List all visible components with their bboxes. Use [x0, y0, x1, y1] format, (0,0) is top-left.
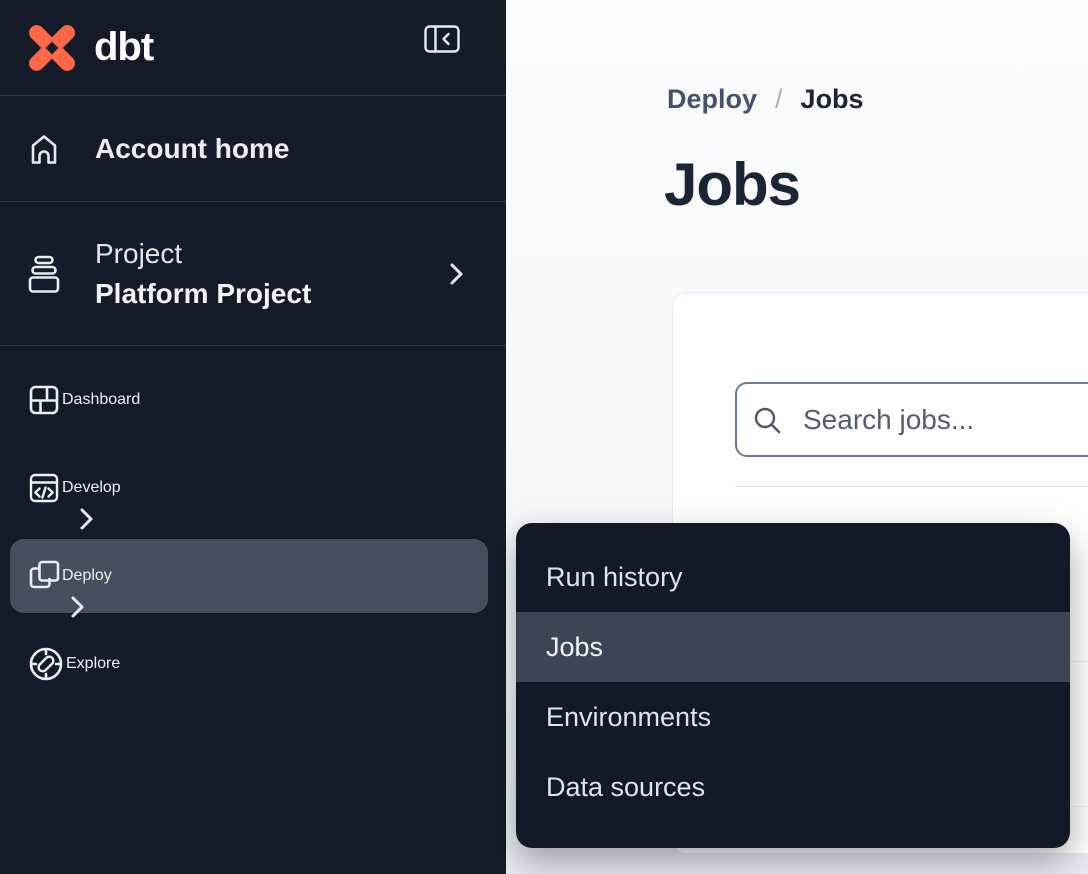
sidebar-item-deploy[interactable]: Deploy	[0, 532, 506, 620]
dbt-logo[interactable]: dbt	[0, 22, 153, 74]
sidebar-item-explore[interactable]: Explore	[0, 620, 506, 708]
sidebar-item-label: Account home	[95, 133, 289, 165]
flyout-item-jobs[interactable]: Jobs	[516, 612, 1070, 682]
sidebar-item-develop[interactable]: Develop	[0, 444, 506, 532]
breadcrumb-separator: /	[775, 84, 783, 115]
collapse-sidebar-icon[interactable]	[424, 24, 462, 54]
search-box	[735, 382, 1088, 457]
develop-icon	[26, 470, 62, 506]
page-title: Jobs	[664, 150, 800, 219]
home-icon	[26, 129, 62, 169]
dbt-logo-icon	[24, 22, 80, 74]
dashboard-icon	[26, 382, 62, 418]
sidebar-item-label: Explore	[66, 655, 120, 673]
sidebar-item-label: Dashboard	[62, 391, 140, 409]
breadcrumb: Deploy / Jobs	[667, 84, 864, 115]
flyout-item-environments[interactable]: Environments	[516, 682, 1070, 752]
project-labels: Project Platform Project	[95, 234, 311, 314]
breadcrumb-deploy-link[interactable]: Deploy	[667, 84, 757, 115]
project-icon	[26, 251, 62, 297]
sidebar-nav: Dashboard Develop	[0, 346, 506, 708]
chevron-right-icon	[70, 594, 85, 620]
breadcrumb-current: Jobs	[801, 84, 864, 115]
sidebar-item-account-home[interactable]: Account home	[0, 96, 506, 202]
flyout-item-run-history[interactable]: Run history	[516, 542, 1070, 612]
chevron-right-icon	[449, 261, 464, 287]
explore-icon	[26, 644, 66, 684]
dbt-cloud-app: dbt Account home	[0, 0, 1088, 874]
sidebar-header: dbt	[0, 0, 506, 96]
sidebar-item-label: Develop	[62, 479, 121, 497]
sidebar-item-label: Deploy	[62, 567, 112, 585]
flyout-item-data-sources[interactable]: Data sources	[516, 752, 1070, 822]
card-divider	[735, 486, 1088, 487]
search-input[interactable]	[735, 382, 1088, 457]
dbt-logo-text: dbt	[94, 25, 153, 70]
chevron-right-icon	[79, 506, 94, 532]
sidebar-item-dashboard[interactable]: Dashboard	[0, 356, 506, 444]
project-label: Project	[95, 234, 311, 274]
sidebar-item-project[interactable]: Project Platform Project	[0, 202, 506, 346]
deploy-flyout-menu: Run history Jobs Environments Data sourc…	[516, 523, 1070, 848]
project-name: Platform Project	[95, 274, 311, 314]
deploy-icon	[26, 558, 62, 594]
sidebar: dbt Account home	[0, 0, 506, 874]
